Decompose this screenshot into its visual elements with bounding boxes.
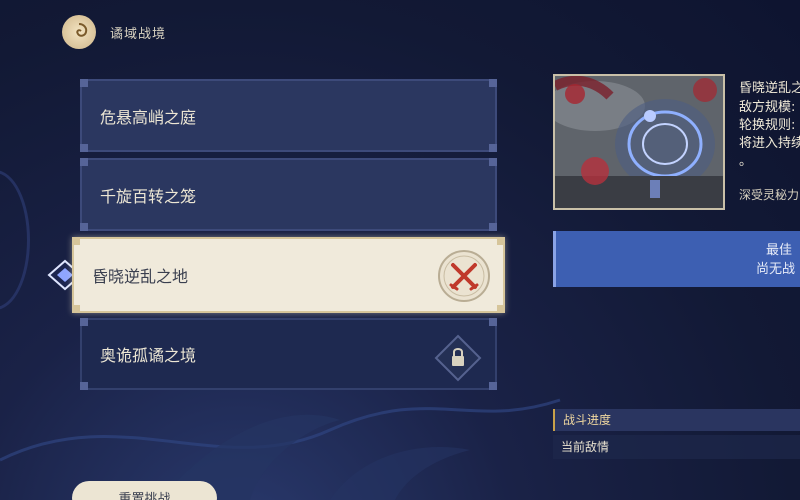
level-label: 昏晓逆乱之地 <box>92 267 189 286</box>
background-ring-decoration <box>0 170 30 310</box>
corner-ornament <box>72 237 80 245</box>
level-item-1[interactable]: 危悬高峭之庭 <box>80 79 497 152</box>
corner-ornament <box>80 79 88 87</box>
page-title: 谲域战境 <box>110 26 167 42</box>
level-item-2[interactable]: 千旋百转之笼 <box>80 158 497 231</box>
detail-title: 昏晓逆乱之 <box>739 81 800 96</box>
detail-dot: 。 <box>739 154 753 169</box>
level-label: 危悬高峭之庭 <box>100 107 197 127</box>
corner-ornament <box>497 237 505 245</box>
detail-extra: 深受灵秘力 <box>739 188 800 202</box>
corner-ornament <box>80 158 88 166</box>
spiral-emblem-icon <box>62 15 96 49</box>
corner-ornament <box>80 382 88 390</box>
corner-ornament <box>489 223 497 231</box>
preview-artwork <box>555 76 723 208</box>
corner-ornament <box>497 305 505 313</box>
corner-ornament <box>72 305 80 313</box>
reset-challenge-label: 重置挑战 <box>118 492 171 500</box>
level-preview-image <box>553 74 725 210</box>
battle-progress-header: 战斗进度 <box>553 409 800 431</box>
current-enemy-row[interactable]: 当前敌情 <box>553 435 800 459</box>
best-record-bar: 最佳 尚无战 <box>553 231 800 287</box>
lock-icon <box>434 334 482 382</box>
detail-line: 敌方规模: <box>739 100 796 115</box>
battle-progress-label: 战斗进度 <box>563 413 612 427</box>
corner-ornament <box>489 158 497 166</box>
level-item-4-locked[interactable]: 奥诡孤谲之境 <box>80 318 497 390</box>
header: 谲域战境 <box>62 14 166 50</box>
crossed-swords-icon <box>438 250 490 302</box>
current-enemy-label: 当前敌情 <box>561 440 610 454</box>
corner-ornament <box>489 382 497 390</box>
best-record-label: 最佳 <box>766 243 793 258</box>
corner-ornament <box>489 79 497 87</box>
detail-line: 将进入持续 <box>739 136 800 151</box>
corner-ornament <box>80 223 88 231</box>
reset-challenge-button[interactable]: 重置挑战 <box>72 481 217 500</box>
detail-line: 轮换规则: <box>739 118 796 133</box>
level-label: 奥诡孤谲之境 <box>100 346 197 365</box>
corner-ornament <box>80 318 88 326</box>
corner-ornament <box>489 318 497 326</box>
detail-panel: 昏晓逆乱之 敌方规模: 轮换规则: 将进入持续 。 深受灵秘力 最佳 尚无战 战… <box>553 74 800 474</box>
corner-ornament <box>489 144 497 152</box>
corner-ornament <box>80 144 88 152</box>
level-item-3-selected[interactable]: 昏晓逆乱之地 <box>72 237 505 313</box>
detail-lines: 敌方规模: 轮换规则: 将进入持续 。 <box>739 99 800 171</box>
best-record-value: 尚无战 <box>756 262 796 277</box>
level-label: 千旋百转之笼 <box>100 186 197 206</box>
